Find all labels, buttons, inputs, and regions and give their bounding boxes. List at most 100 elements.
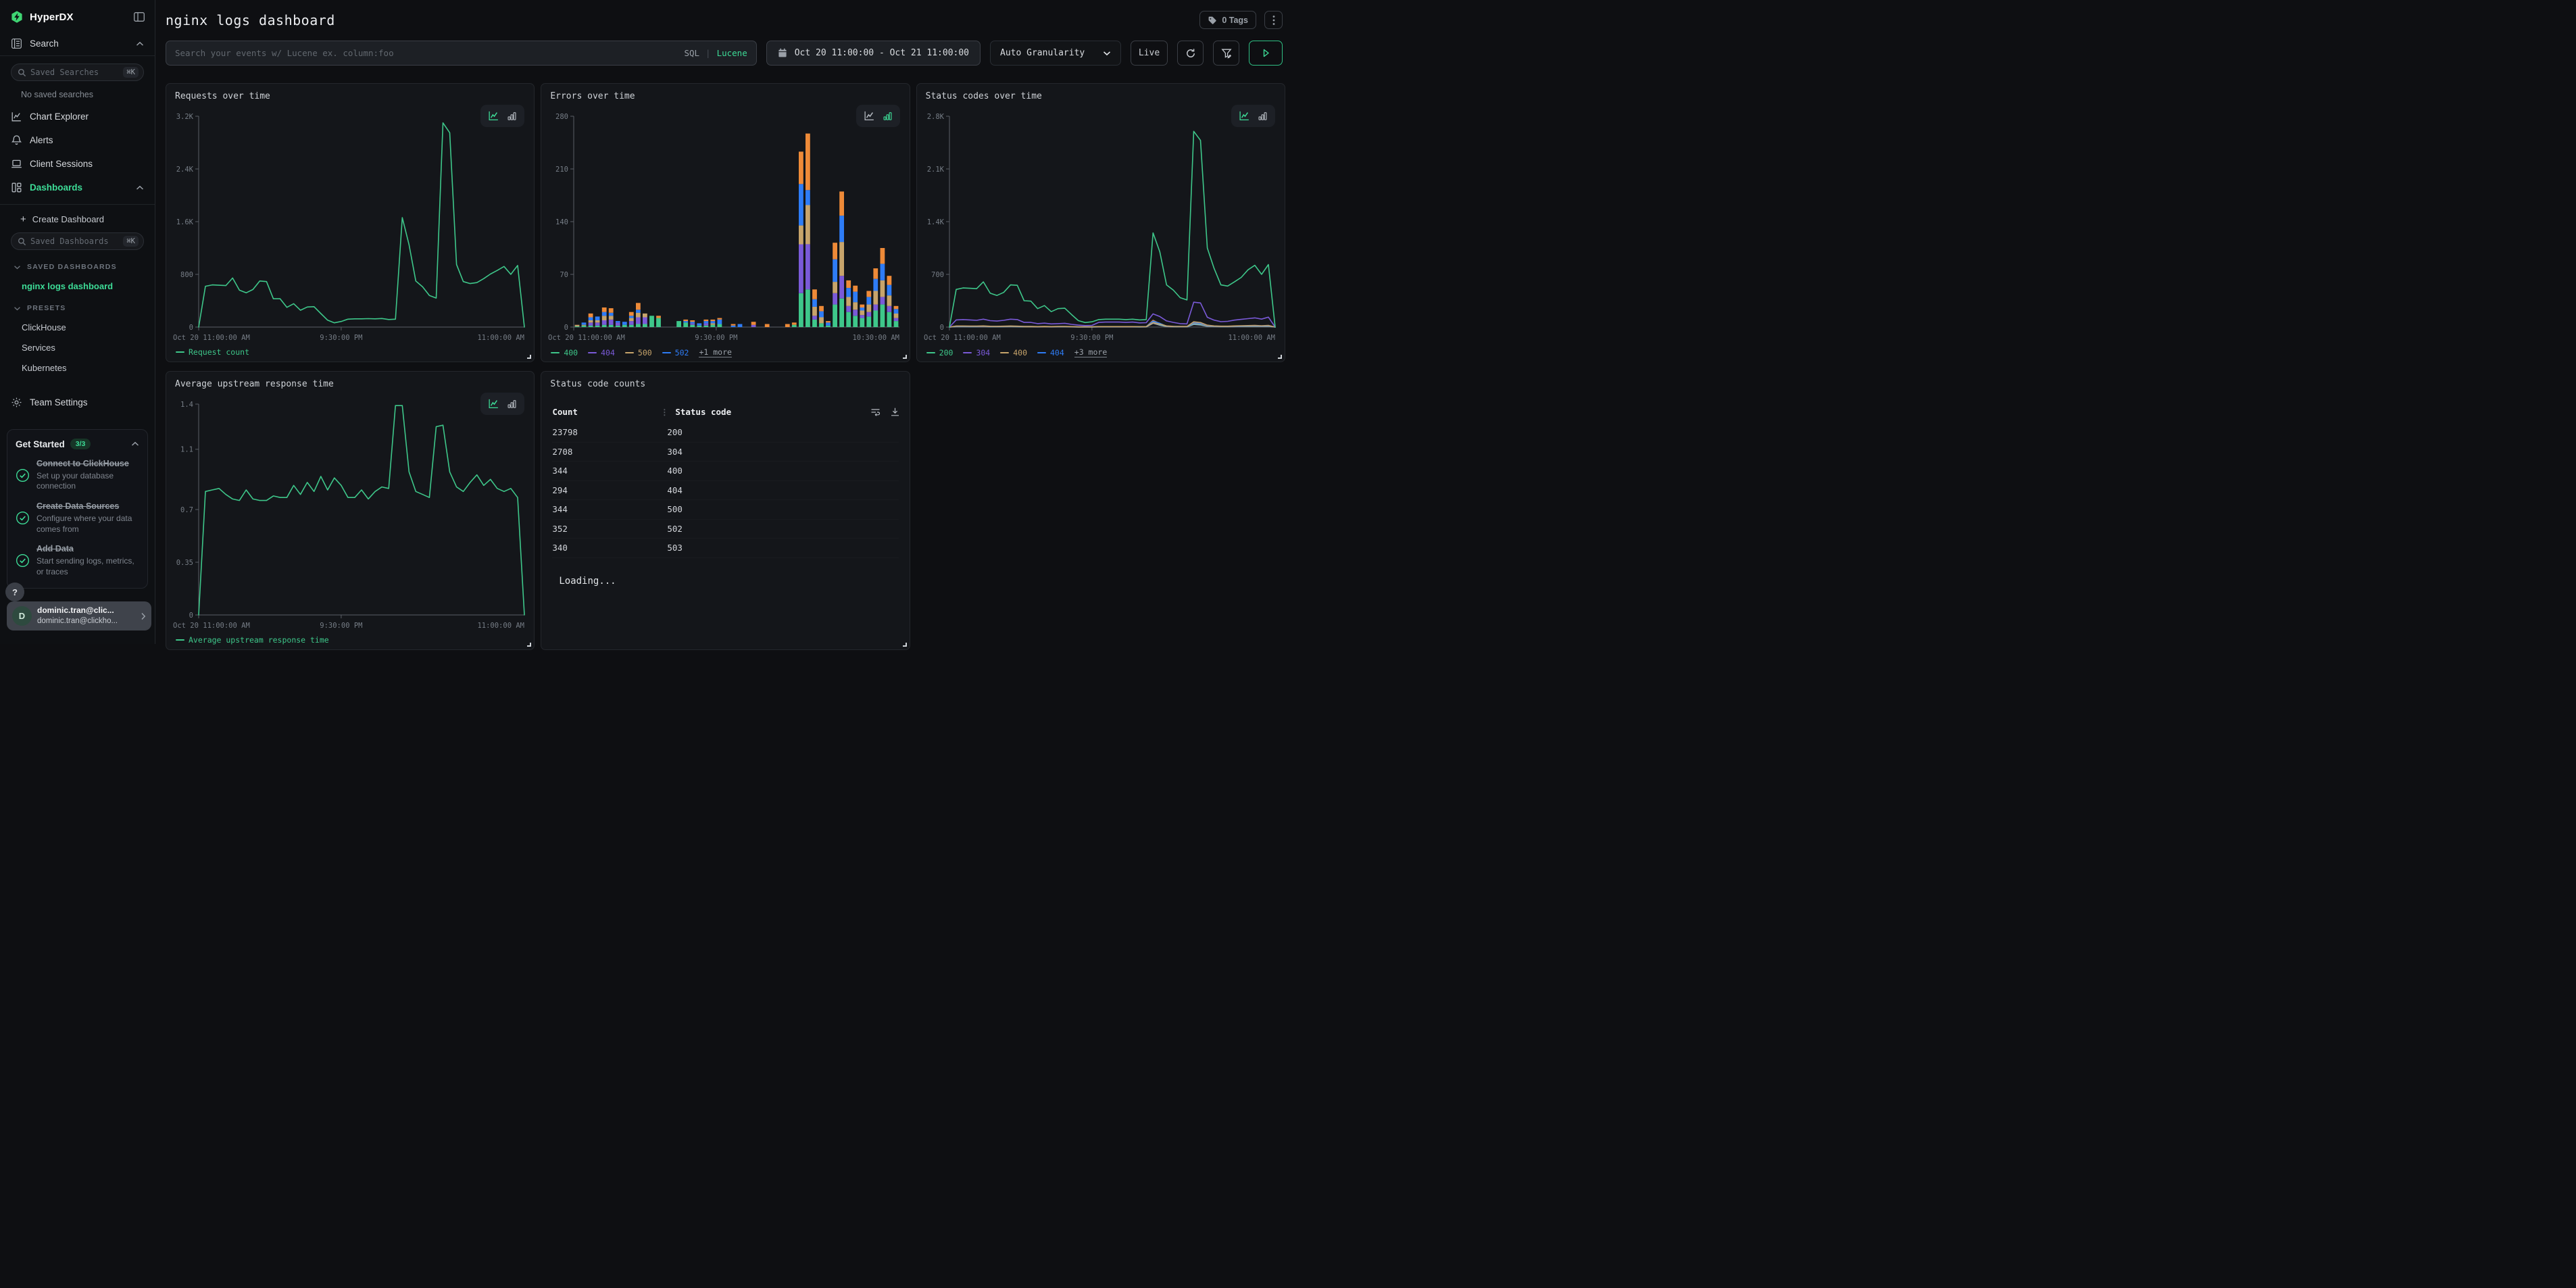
legend-more-link[interactable]: +3 more (1074, 347, 1107, 357)
table-row: 2708304 (552, 443, 898, 462)
user-menu[interactable]: D dominic.tran@clic... dominic.tran@clic… (7, 601, 151, 630)
dashboard-menu-button[interactable] (1264, 11, 1283, 29)
requests-over-time-chart[interactable]: 08001.6K2.4K3.2KOct 20 11:00:00 AM9:30:0… (172, 107, 528, 345)
legend-item: 404 (1037, 348, 1064, 357)
errors-over-time-chart[interactable]: 070140210280Oct 20 11:00:00 AM9:30:00 PM… (547, 107, 903, 345)
svg-text:0: 0 (564, 324, 568, 332)
sidebar-item-kubernetes[interactable]: Kubernetes (22, 363, 155, 373)
section-label: PRESETS (27, 304, 66, 312)
legend-more-link[interactable]: +1 more (699, 347, 731, 357)
chevron-down-icon (14, 306, 21, 311)
get-started-step-connect[interactable]: Connect to ClickHouse Set up your databa… (16, 458, 139, 492)
get-started-step-add-data[interactable]: Add Data Start sending logs, metrics, or… (16, 543, 139, 577)
refresh-button[interactable] (1177, 41, 1204, 66)
table-row: 344400 (552, 462, 898, 481)
column-header-count: Count (552, 407, 660, 417)
column-resize-grip[interactable]: ⋮ (660, 407, 668, 417)
section-label: SAVED DASHBOARDS (27, 263, 117, 271)
sidebar-item-dashboards[interactable]: Dashboards (0, 176, 155, 199)
sidebar-item-label: Client Sessions (30, 159, 144, 169)
brand-row: HyperDX (0, 0, 155, 32)
tag-icon (1208, 16, 1217, 25)
get-started-step-sources[interactable]: Create Data Sources Configure where your… (16, 501, 139, 535)
svg-text:1.4: 1.4 (180, 401, 193, 409)
legend-item: 400 (1000, 348, 1027, 357)
table-body: 2379820027083043444002944043445003525023… (541, 423, 909, 558)
sql-toggle[interactable]: SQL (684, 48, 699, 58)
sidebar-item-team-settings[interactable]: Team Settings (0, 391, 155, 414)
chart-host: 070140210280Oct 20 11:00:00 AM9:30:00 PM… (547, 107, 903, 345)
line-chart-icon[interactable] (488, 398, 499, 410)
tags-button[interactable]: 0 Tags (1199, 11, 1256, 29)
sidebar-item-chart-explorer[interactable]: Chart Explorer (0, 105, 155, 128)
legend-label: 200 (939, 348, 953, 357)
sidebar-item-label: Dashboards (30, 182, 128, 193)
bar-chart-icon[interactable] (1258, 111, 1268, 121)
filter-button[interactable] (1213, 41, 1239, 66)
sidebar-item-clickhouse[interactable]: ClickHouse (22, 322, 155, 332)
saved-dashboards-input[interactable] (30, 237, 119, 246)
svg-text:280: 280 (555, 113, 568, 121)
chart-type-toggle (480, 105, 524, 127)
chart-legend: Request count (176, 347, 534, 357)
create-dashboard-button[interactable]: + Create Dashboard (20, 214, 155, 225)
sidebar-item-services[interactable]: Services (22, 343, 155, 353)
collapse-sidebar-icon[interactable] (133, 11, 145, 23)
chevron-up-icon (136, 41, 144, 47)
chart-legend: 400404500502+1 more (551, 347, 909, 357)
page-header: nginx logs dashboard 0 Tags (166, 11, 1285, 29)
live-button[interactable]: Live (1131, 41, 1168, 66)
sidebar-item-search[interactable]: Search (0, 32, 155, 55)
granularity-value: Auto Granularity (1000, 48, 1085, 58)
svg-text:3.2K: 3.2K (176, 113, 194, 121)
lucene-toggle[interactable]: Lucene (717, 48, 747, 58)
run-query-button[interactable] (1249, 41, 1283, 66)
bar-chart-icon[interactable] (507, 399, 517, 409)
panel-resize-handle[interactable] (903, 643, 907, 647)
step-desc: Configure where your data comes from (36, 514, 139, 535)
svg-text:1.4K: 1.4K (926, 218, 944, 226)
status-codes-over-time-chart[interactable]: 07001.4K2.1K2.8KOct 20 11:00:00 AM9:30:0… (922, 107, 1279, 345)
no-saved-searches-note: No saved searches (21, 90, 155, 99)
get-started-header[interactable]: Get Started 3/3 (16, 439, 139, 449)
panel-resize-handle[interactable] (527, 355, 531, 359)
help-button[interactable]: ? (5, 583, 24, 601)
sidebar-item-alerts[interactable]: Alerts (0, 128, 155, 152)
saved-searches-input[interactable] (30, 68, 119, 77)
date-range-picker[interactable]: Oct 20 11:00:00 - Oct 21 11:00:00 (766, 41, 981, 66)
line-chart-icon[interactable] (864, 110, 875, 122)
panel-resize-handle[interactable] (1278, 355, 1282, 359)
bar-chart-icon[interactable] (883, 111, 893, 121)
cell-count: 294 (552, 485, 667, 495)
saved-searches-search[interactable]: ⌘K (11, 64, 144, 81)
line-chart-icon[interactable] (488, 110, 499, 122)
sidebar-item-nginx-logs-dashboard[interactable]: nginx logs dashboard (22, 281, 155, 291)
dashboards-icon (11, 182, 22, 193)
presets-section-header[interactable]: PRESETS (14, 304, 155, 312)
sidebar-item-client-sessions[interactable]: Client Sessions (0, 152, 155, 176)
line-chart-icon[interactable] (1239, 110, 1250, 122)
hyperdx-logo-icon (10, 10, 24, 24)
cell-status-code: 404 (667, 485, 683, 495)
svg-text:0: 0 (189, 612, 193, 620)
panel-resize-handle[interactable] (903, 355, 907, 359)
chart-legend: 200 304 400 404 +3 more (926, 347, 1285, 357)
legend-swatch (176, 639, 184, 641)
average-upstream-response-time-chart[interactable]: 00.350.71.11.4Oct 20 11:00:00 AM9:30:00 … (172, 395, 528, 633)
event-search-input[interactable] (175, 48, 677, 58)
svg-text:0: 0 (939, 324, 943, 332)
granularity-select[interactable]: Auto Granularity (990, 41, 1121, 66)
avatar: D (12, 606, 32, 626)
svg-text:11:00:00 AM: 11:00:00 AM (477, 334, 524, 342)
wrap-columns-icon[interactable] (870, 407, 881, 417)
panel-resize-handle[interactable] (527, 643, 531, 647)
svg-text:9:30:00 PM: 9:30:00 PM (1070, 334, 1113, 342)
saved-dashboards-section-header[interactable]: SAVED DASHBOARDS (14, 263, 155, 271)
bar-chart-icon[interactable] (507, 111, 517, 121)
legend-item: 304 (963, 348, 990, 357)
chart-host: 08001.6K2.4K3.2KOct 20 11:00:00 AM9:30:0… (172, 107, 528, 345)
table-header: Count ⋮ Status code (552, 407, 899, 417)
filter-bar: SQL | Lucene Oct 20 11:00:00 - Oct 21 11… (166, 41, 1283, 66)
download-icon[interactable] (890, 407, 900, 417)
saved-dashboards-search[interactable]: ⌘K (11, 232, 144, 250)
